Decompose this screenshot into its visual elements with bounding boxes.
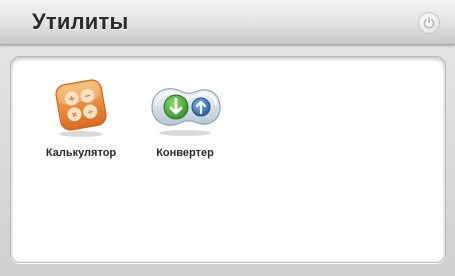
page-title: Утилиты [32, 9, 129, 34]
power-icon [423, 16, 435, 29]
power-button[interactable] [418, 12, 440, 34]
apps-panel: + − × ÷ Калькулятор Конвертер [10, 56, 446, 263]
title-bar: Утилиты [0, 0, 455, 45]
calculator-app[interactable]: + − × ÷ Калькулятор [29, 77, 133, 159]
utilities-screen: Утилиты + − × ÷ Калькулятор Конвертер [0, 0, 455, 276]
converter-app[interactable]: Конвертер [135, 77, 235, 159]
calculator-label: Калькулятор [45, 147, 117, 159]
converter-label: Конвертер [156, 147, 214, 159]
calculator-icon: + − × ÷ [55, 79, 107, 137]
converter-icon [151, 88, 221, 136]
